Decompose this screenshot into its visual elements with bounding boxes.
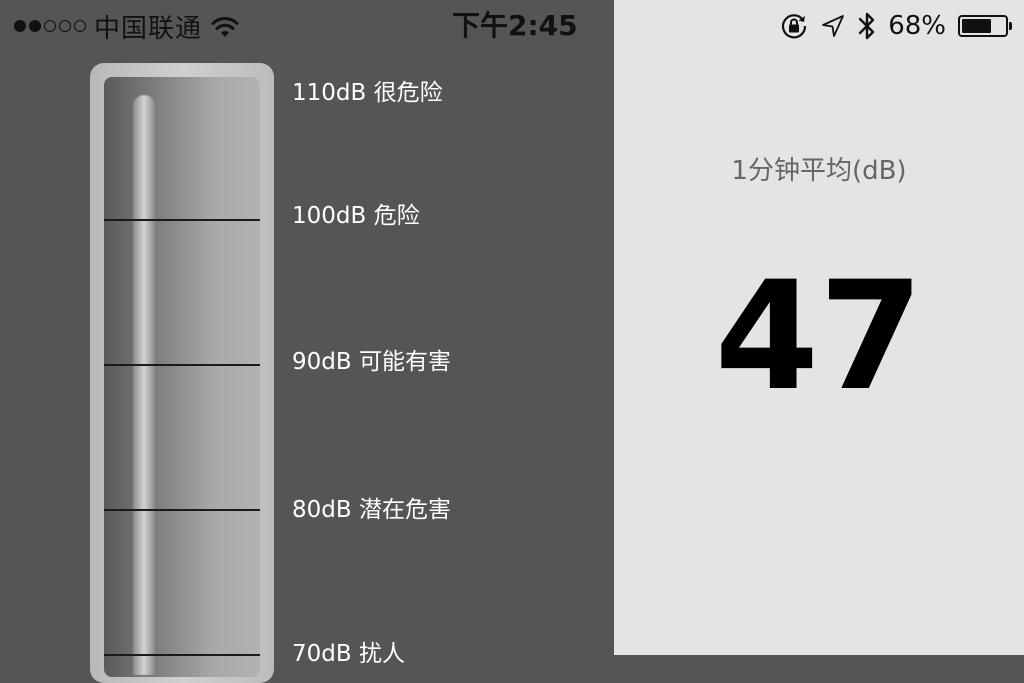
decibel-meter-tube xyxy=(104,77,260,677)
decibel-meter-indicator xyxy=(133,95,155,675)
wifi-icon xyxy=(211,17,239,37)
signal-strength-icon xyxy=(14,20,86,32)
location-arrow-icon xyxy=(822,15,845,37)
meter-level-label: 100dB 危险 xyxy=(292,203,420,229)
signal-dot-full xyxy=(29,20,41,32)
battery-percent: 68% xyxy=(888,11,946,41)
battery-tip xyxy=(1009,22,1012,30)
battery-body xyxy=(958,15,1008,37)
average-value: 47 xyxy=(714,250,924,424)
orientation-lock-icon xyxy=(782,14,807,39)
bluetooth-icon xyxy=(859,12,875,40)
meter-tick-70db xyxy=(104,654,260,656)
meter-tick-90db xyxy=(104,364,260,366)
signal-dot-full xyxy=(14,20,26,32)
average-label: 1分钟平均(dB) xyxy=(731,156,907,186)
battery-icon xyxy=(958,15,1012,37)
signal-dot-empty xyxy=(59,20,71,32)
meter-level-label: 80dB 潜在危害 xyxy=(292,497,451,523)
signal-dot-empty xyxy=(44,20,56,32)
meter-level-label: 70dB 扰人 xyxy=(292,641,405,667)
signal-dot-empty xyxy=(74,20,86,32)
battery-fill xyxy=(962,19,991,33)
meter-tick-100db xyxy=(104,219,260,221)
meter-tick-80db xyxy=(104,509,260,511)
status-bar-right: 68% xyxy=(780,6,1012,46)
meter-level-label: 110dB 很危险 xyxy=(292,80,443,106)
carrier-name: 中国联通 xyxy=(94,13,203,44)
status-bar-left: 中国联通 xyxy=(14,6,240,46)
meter-level-label: 90dB 可能有害 xyxy=(292,349,451,375)
status-time: 下午2:45 xyxy=(452,9,578,42)
